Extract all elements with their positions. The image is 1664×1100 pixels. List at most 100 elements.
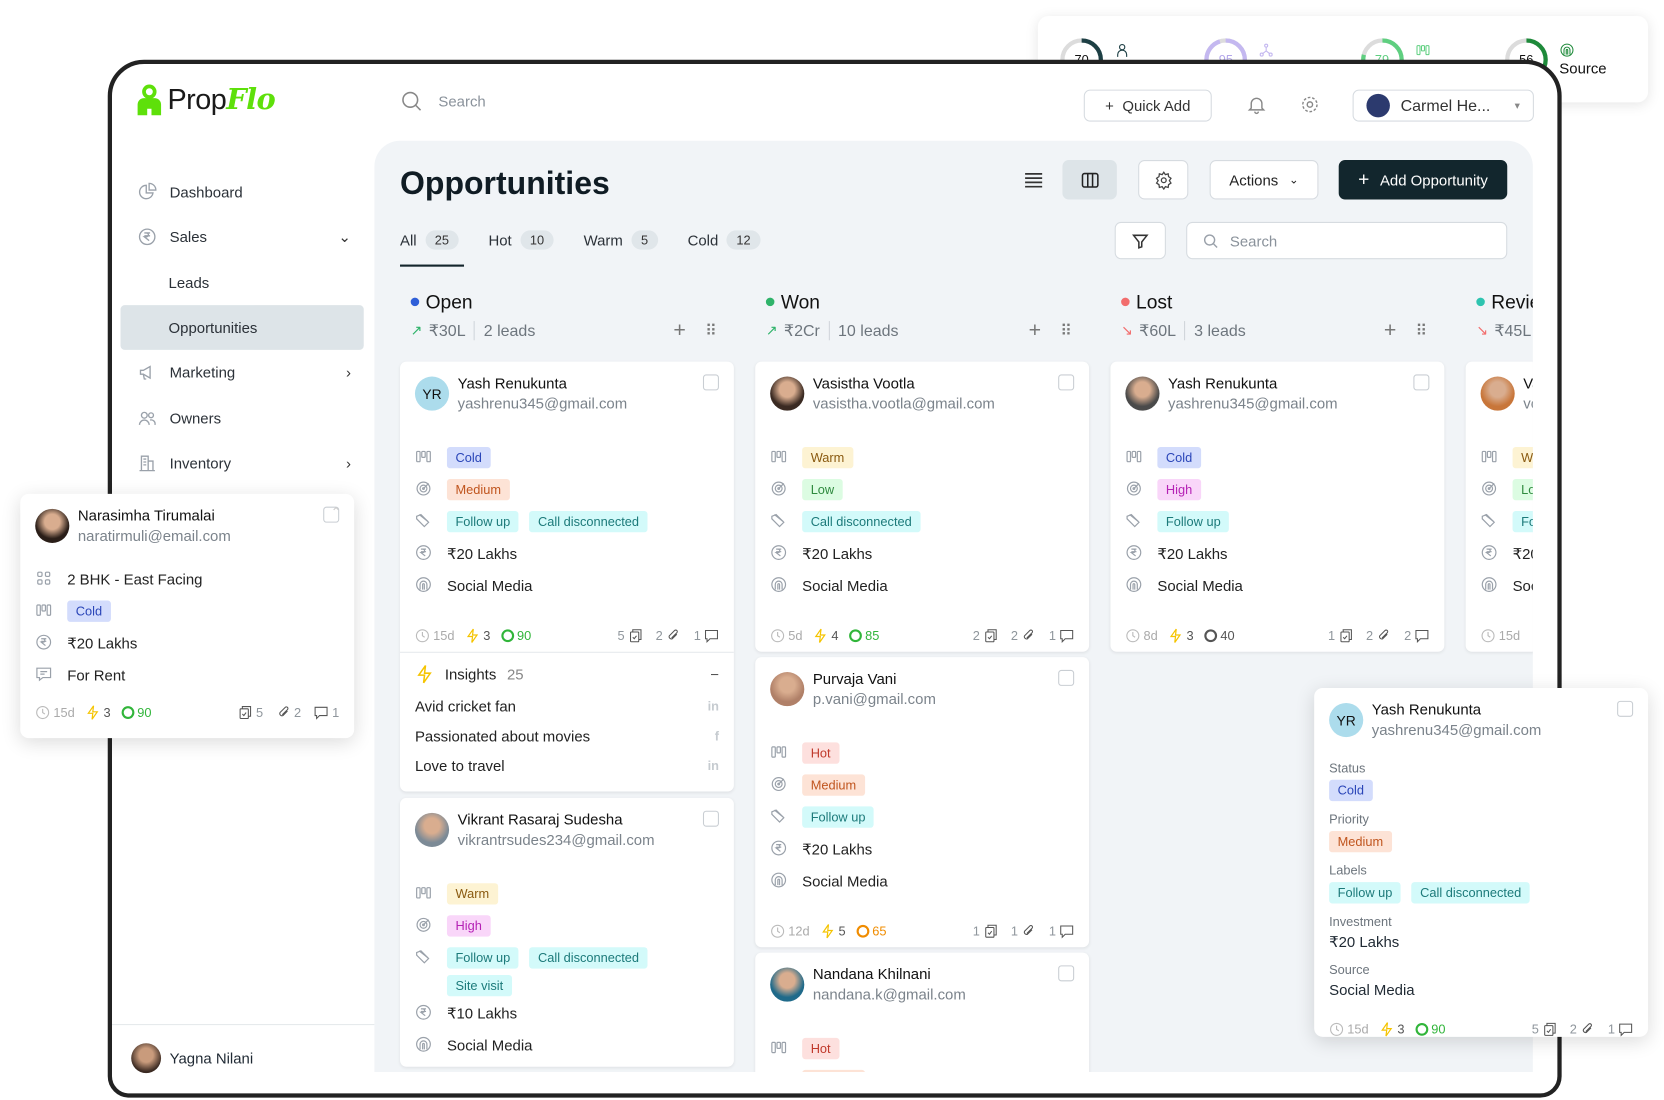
avatar-initials: YR (1336, 712, 1356, 729)
tab-all[interactable]: All 25 (400, 228, 459, 251)
label-chip: Call disconnected (529, 510, 648, 533)
lead-name[interactable]: Purvaja Vani (813, 670, 897, 687)
comment-icon (1618, 1022, 1633, 1037)
tasks-icon (628, 628, 643, 643)
lead-name[interactable]: Va (1523, 374, 1533, 391)
sidebar-item-dashboard[interactable]: Dashboard (121, 170, 364, 215)
tab-hot[interactable]: Hot 10 (488, 228, 554, 251)
select-checkbox[interactable] (1058, 374, 1075, 391)
paperclip-icon (666, 628, 681, 643)
list-view-icon[interactable] (1023, 170, 1044, 191)
bell-icon[interactable] (1246, 94, 1267, 115)
opportunity-card[interactable]: Yash Renukunta yashrenu345@gmail.com Cold H… (1110, 361, 1445, 652)
filter-button[interactable] (1114, 221, 1166, 260)
activity-value: 5 (838, 923, 846, 939)
lead-detail-card[interactable]: YR Yash Renukunta yashrenu345@gmail.com St… (1314, 688, 1649, 1037)
rupee-icon (415, 1004, 432, 1021)
rupee-icon (1125, 544, 1142, 561)
lead-name[interactable]: Narasimha Tirumalai (78, 507, 215, 524)
avatar (770, 967, 805, 1002)
activity: 5 (820, 923, 846, 939)
opportunity-card[interactable]: Nandana Khilnani nandana.k@gmail.com Hot Me… (755, 952, 1090, 1073)
lead-name[interactable]: Nandana Khilnani (813, 965, 931, 982)
sidebar-item-label: Opportunities (168, 318, 258, 337)
sidebar-item-leads[interactable]: Leads (121, 260, 364, 305)
activity-value: 3 (103, 705, 111, 721)
sidebar-item-opportunities[interactable]: Opportunities (120, 305, 364, 350)
sidebar-item-inventory[interactable]: Inventory › (121, 441, 364, 486)
add-card-icon[interactable]: + (1384, 320, 1396, 341)
opportunity-card[interactable]: Purvaja Vani p.vani@gmail.com Hot Medium Fol… (755, 657, 1090, 948)
rupee-icon (138, 227, 157, 246)
megaphone-icon (138, 363, 157, 382)
drag-handle-icon[interactable]: ⠿ (1416, 321, 1428, 340)
board-search-input[interactable]: Search (1186, 221, 1508, 260)
sidebar-item-label: Inventory (169, 454, 232, 472)
comments-count: 2 (1404, 628, 1429, 643)
status-chip: Cold (1329, 779, 1373, 802)
add-opportunity-button[interactable]: + Add Opportunity (1338, 160, 1508, 200)
clock-icon (1125, 628, 1140, 643)
select-checkbox[interactable] (1058, 669, 1075, 686)
comments-value: 1 (1048, 923, 1057, 939)
target-icon (415, 480, 432, 497)
lead-email: yashrenu345@gmail.com (1371, 721, 1542, 739)
collapse-icon[interactable]: − (710, 666, 719, 683)
source-icon (1481, 576, 1498, 593)
add-card-icon[interactable]: + (1029, 320, 1041, 341)
pie-chart-icon (138, 182, 157, 201)
column-review: Review ↘ ₹45L Va vo Warm Low Follow up ₹20 Soci… (1465, 290, 1533, 652)
drag-handle-icon[interactable]: ⠿ (1060, 321, 1072, 340)
lead-name[interactable]: Yash Renukunta (458, 374, 567, 391)
settings-icon[interactable] (1299, 94, 1320, 115)
source-icon (770, 871, 787, 888)
select-checkbox[interactable] (702, 810, 719, 827)
settings-button[interactable] (1138, 160, 1189, 200)
insight-text: Passionated about movies (414, 727, 591, 745)
opportunity-card[interactable]: Va vo Warm Low Follow up ₹20 Social Media 15d (1465, 361, 1533, 652)
plus-icon: + (1105, 97, 1114, 115)
lead-name[interactable]: Vikrant Rasaraj Sudesha (458, 811, 623, 828)
column-lost: Lost ↘ ₹60L 3 leads + ⠿ Yash Renukunta yashr… (1110, 290, 1445, 652)
tab-cold[interactable]: Cold 12 (688, 228, 761, 251)
select-checkbox[interactable] (702, 374, 719, 391)
activity: 3 (85, 705, 111, 721)
select-checkbox[interactable] (1058, 965, 1075, 982)
search-icon (400, 90, 423, 113)
tasks-count: 5 (1532, 1022, 1557, 1037)
opportunity-card[interactable]: YR Yash Renukunta yashrenu345@gmail.com Col… (400, 361, 734, 792)
user-avatar (1366, 93, 1390, 118)
lead-name[interactable]: Vasistha Vootla (813, 374, 915, 391)
sidebar-item-owners[interactable]: Owners (121, 396, 364, 441)
board-view-button[interactable] (1062, 160, 1117, 200)
purpose-row: For Rent (35, 665, 339, 697)
rupee-icon (35, 634, 52, 651)
lead-name[interactable]: Yash Renukunta (1168, 374, 1277, 391)
drag-handle-icon[interactable]: ⠿ (705, 321, 717, 340)
chevron-up-icon[interactable]: ⌃ (331, 505, 342, 520)
sidebar-item-marketing[interactable]: Marketing › (121, 350, 364, 395)
sidebar-item-sales[interactable]: Sales ⌄ (121, 214, 364, 259)
opportunity-card[interactable]: Vasistha Vootla vasistha.vootla@gmail.com… (755, 361, 1090, 652)
quick-add-button[interactable]: + Quick Add (1083, 89, 1212, 122)
lead-name[interactable]: Yash Renukunta (1372, 701, 1481, 718)
lead-hover-card[interactable]: Narasimha Tirumalai naratirmuli@email.com… (20, 493, 355, 739)
select-checkbox[interactable] (1617, 700, 1634, 717)
opportunity-card[interactable]: Vikrant Rasaraj Sudesha vikrantrsudes234@… (400, 797, 734, 1067)
age-value: 15d (433, 628, 455, 644)
sidebar-user[interactable]: Yagna Nilani (131, 1043, 253, 1074)
tab-warm[interactable]: Warm 5 (584, 228, 658, 251)
insight-source-icon: in (707, 698, 719, 714)
card-footer: 8d 3 40 1 2 2 (1110, 620, 1444, 652)
attachments-value: 2 (1569, 1021, 1577, 1037)
select-checkbox[interactable] (1413, 374, 1430, 391)
add-card-icon[interactable]: + (673, 320, 685, 341)
status-row: Warm (770, 446, 1074, 479)
source-row: Social Media (770, 575, 1074, 607)
activity: 3 (1168, 628, 1194, 643)
labels-row: Follow up (1125, 510, 1429, 543)
avatar: YR (414, 376, 450, 411)
user-menu[interactable]: Carmel He... ▾ (1352, 89, 1534, 122)
actions-dropdown[interactable]: Actions ⌄ (1209, 160, 1319, 200)
global-search[interactable]: Search (400, 90, 486, 113)
